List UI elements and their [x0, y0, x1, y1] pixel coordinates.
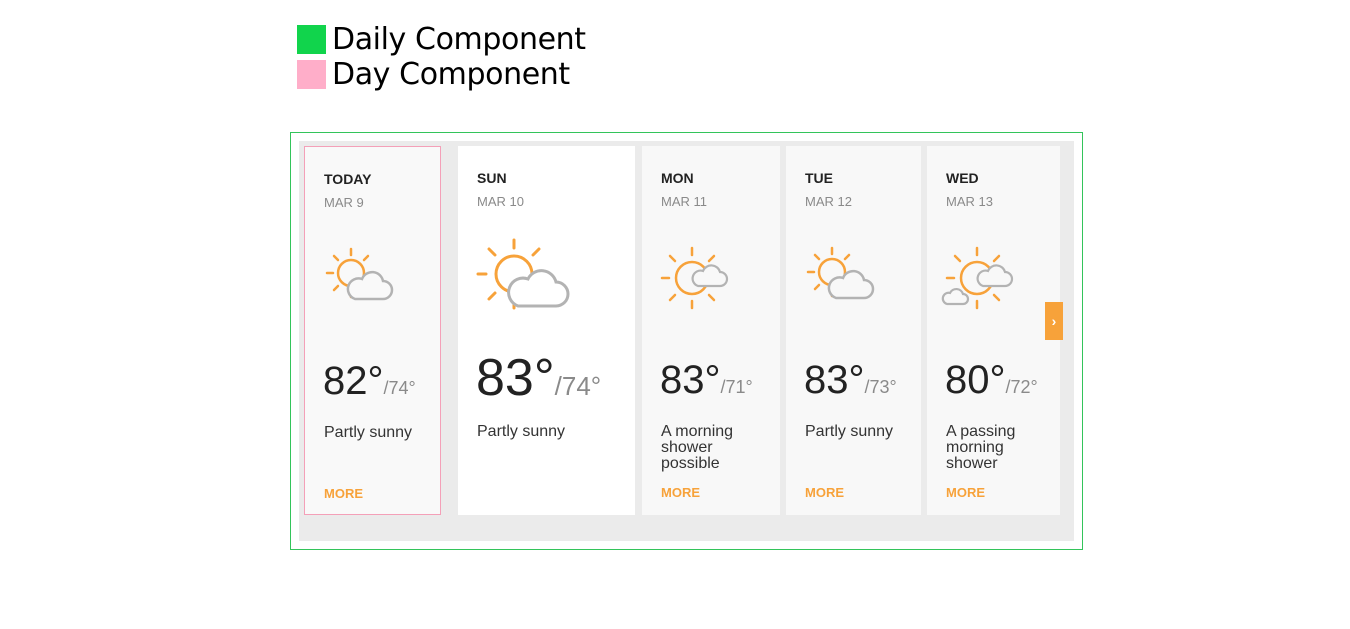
day-card-mon[interactable]: MON MAR 11 83°/71° A morning shower poss… — [642, 146, 780, 515]
day-date: MAR 13 — [946, 194, 993, 209]
day-name: MON — [661, 170, 694, 186]
temperature: 83°/73° — [804, 358, 897, 403]
legend-item-daily: Daily Component — [297, 22, 586, 57]
legend-item-day: Day Component — [297, 57, 586, 92]
temperature: 80°/72° — [945, 358, 1038, 403]
temperature: 82°/74° — [323, 359, 416, 404]
daily-component: TODAY MAR 9 82°/74° Partly sunny MORE SU… — [290, 132, 1083, 550]
partly-sunny-icon — [802, 240, 878, 313]
temperature: 83°/71° — [660, 358, 753, 403]
temperature: 83°/74° — [476, 348, 601, 408]
sun-clouds-icon — [941, 240, 1017, 321]
day-name: TUE — [805, 170, 833, 186]
temp-high: 82° — [323, 359, 384, 403]
condition: Partly sunny — [805, 423, 894, 440]
temp-low: /74° — [383, 378, 416, 398]
next-button[interactable]: › — [1045, 302, 1063, 340]
day-date: MAR 9 — [324, 195, 364, 210]
temp-low: /72° — [1005, 377, 1038, 397]
day-name: SUN — [477, 170, 507, 186]
day-name: TODAY — [324, 171, 372, 187]
day-card-tue[interactable]: TUE MAR 12 83°/73° Partly sunny MORE — [786, 146, 921, 515]
more-link[interactable]: MORE — [324, 486, 363, 501]
legend: Daily Component Day Component — [297, 22, 586, 92]
more-link[interactable]: MORE — [805, 485, 844, 500]
day-card-sun[interactable]: SUN MAR 10 83°/74° Partly sunny — [458, 146, 635, 515]
partly-sunny-icon — [321, 241, 397, 314]
legend-label-day: Day Component — [332, 57, 570, 92]
sun-cloud-icon — [658, 240, 734, 321]
temp-low: /73° — [864, 377, 897, 397]
temp-low: /71° — [720, 377, 753, 397]
temp-low: /74° — [554, 371, 602, 401]
day-card-wed[interactable]: WED MAR 13 80°/72° A passing morning sho… — [927, 146, 1060, 515]
day-date: MAR 12 — [805, 194, 852, 209]
temp-high: 83° — [804, 358, 865, 402]
legend-swatch-day — [297, 60, 326, 89]
chevron-right-icon: › — [1051, 313, 1057, 329]
daily-forecast-strip: TODAY MAR 9 82°/74° Partly sunny MORE SU… — [299, 141, 1074, 541]
condition: A morning shower possible — [661, 423, 734, 472]
temp-high: 83° — [476, 349, 555, 407]
temp-high: 80° — [945, 358, 1006, 402]
more-link[interactable]: MORE — [946, 485, 985, 500]
more-link[interactable]: MORE — [661, 485, 700, 500]
day-name: WED — [946, 170, 979, 186]
partly-sunny-icon — [474, 234, 570, 319]
condition: Partly sunny — [477, 423, 566, 440]
day-card-today[interactable]: TODAY MAR 9 82°/74° Partly sunny MORE — [304, 146, 441, 515]
day-date: MAR 10 — [477, 194, 524, 209]
temp-high: 83° — [660, 358, 721, 402]
legend-label-daily: Daily Component — [332, 22, 586, 57]
condition: A passing morning shower — [946, 423, 1016, 472]
legend-swatch-daily — [297, 25, 326, 54]
day-date: MAR 11 — [661, 194, 707, 209]
condition: Partly sunny — [324, 424, 413, 441]
